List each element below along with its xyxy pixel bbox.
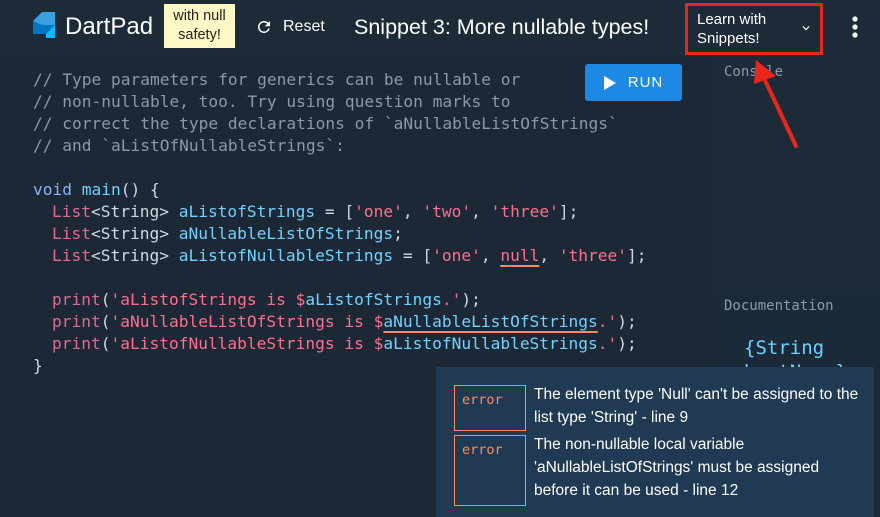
code-line-print-1: print('aListofStrings is $aListofStrings… <box>52 289 481 311</box>
code-line-decl-2: List<String> aNullableListOfStrings; <box>52 223 403 245</box>
badge-line-1: with null <box>173 8 226 24</box>
var-alistofnullablestrings: aListofNullableStrings <box>178 246 394 265</box>
paren-close: ); <box>617 312 637 331</box>
comma: , <box>471 202 491 221</box>
errors-panel: error The element type 'Null' can't be a… <box>436 367 874 517</box>
string-one: 'one' <box>354 202 403 221</box>
top-bar: DartPad with null safety! Reset Snippet … <box>0 0 880 56</box>
print-var: aListofStrings <box>305 290 442 309</box>
error-message: The non-nullable local variable 'aNullab… <box>534 436 820 499</box>
type-list: List <box>52 224 91 243</box>
type-param: <String> <box>90 202 169 221</box>
chevron-down-icon <box>802 26 810 31</box>
print-call: print <box>52 334 101 353</box>
run-label: RUN <box>627 74 664 91</box>
type-list: List <box>52 246 91 265</box>
assign: = [ <box>315 202 355 221</box>
more-vert-icon[interactable] <box>847 14 863 40</box>
console-panel <box>712 56 880 290</box>
code-line-main: void main() { <box>33 179 160 201</box>
print-string: 'aListofStrings is $ <box>110 290 306 309</box>
comma: , <box>402 202 423 221</box>
close-list: ]; <box>558 202 579 221</box>
code-line-print-3: print('aListofNullableStrings is $aListo… <box>52 333 637 355</box>
type-param: <String> <box>90 246 169 265</box>
code-comment-line: // and `aListOfNullableStrings`: <box>33 136 345 155</box>
code-comment-line: // correct the type declarations of `aNu… <box>33 114 618 133</box>
type-param: <String> <box>90 224 169 243</box>
comma: , <box>539 246 559 265</box>
null-literal-error[interactable]: null <box>500 246 539 265</box>
error-badge: error <box>454 435 526 506</box>
close-list: ]; <box>627 246 647 265</box>
function-main: main <box>81 180 121 199</box>
print-var-error[interactable]: aNullableListOfStrings <box>383 312 597 331</box>
reset-button[interactable]: Reset <box>255 14 325 40</box>
var-alistofstrings: aListofStrings <box>178 202 316 221</box>
page-title: Snippet 3: More nullable types! <box>354 15 650 39</box>
code-line-close: } <box>33 356 43 375</box>
run-button[interactable]: RUN <box>585 64 682 101</box>
semicolon: ; <box>393 224 403 243</box>
doc-code-line-1: {String <box>744 337 825 359</box>
error-item[interactable]: error The element type 'Null' can't be a… <box>454 385 864 431</box>
play-icon <box>603 75 616 90</box>
paren-close: ); <box>617 334 637 353</box>
learn-with-snippets-dropdown[interactable]: Learn with Snippets! <box>685 3 823 55</box>
dart-logo-icon[interactable] <box>29 12 59 42</box>
string-three: 'three' <box>490 202 559 221</box>
code-line-print-2: print('aNullableListOfStrings is $aNulla… <box>52 311 637 333</box>
print-string: 'aListofNullableStrings is $ <box>110 334 384 353</box>
brand-title[interactable]: DartPad <box>65 12 153 42</box>
assign: = [ <box>393 246 433 265</box>
code-comment-line: // non-nullable, too. Try using question… <box>33 92 511 111</box>
error-message: The element type 'Null' can't be assigne… <box>534 386 859 426</box>
paren-close: ); <box>461 290 481 309</box>
main-paren: () { <box>120 180 160 199</box>
print-string-end: .' <box>441 290 462 309</box>
string-two: 'two' <box>422 202 472 221</box>
reset-label: Reset <box>283 18 325 35</box>
code-comment-line: // Type parameters for generics can be n… <box>33 70 521 89</box>
code-line-decl-1: List<String> aListofStrings = ['one', 't… <box>52 201 578 223</box>
print-string-end: .' <box>597 312 618 331</box>
type-list: List <box>52 202 91 221</box>
error-item[interactable]: error The non-nullable local variable 'a… <box>454 435 864 506</box>
print-var: aListofNullableStrings <box>383 334 598 353</box>
null-safety-badge: with null safety! <box>164 4 235 48</box>
string-one: 'one' <box>432 246 481 265</box>
var-anullablelistofstrings: aNullableListOfStrings <box>178 224 394 243</box>
string-three: 'three' <box>558 246 628 265</box>
badge-line-2: safety! <box>178 27 221 43</box>
documentation-label: Documentation <box>724 298 834 314</box>
refresh-icon <box>257 20 270 33</box>
print-call: print <box>52 312 101 331</box>
keyword-void: void <box>33 180 72 199</box>
print-string-end: .' <box>597 334 618 353</box>
comma: , <box>480 246 501 265</box>
print-call: print <box>52 290 101 309</box>
error-badge: error <box>454 385 526 431</box>
print-string: 'aNullableListOfStrings is $ <box>110 312 384 331</box>
code-line-decl-3: List<String> aListofNullableStrings = ['… <box>52 245 647 267</box>
console-label: Console <box>724 64 784 80</box>
